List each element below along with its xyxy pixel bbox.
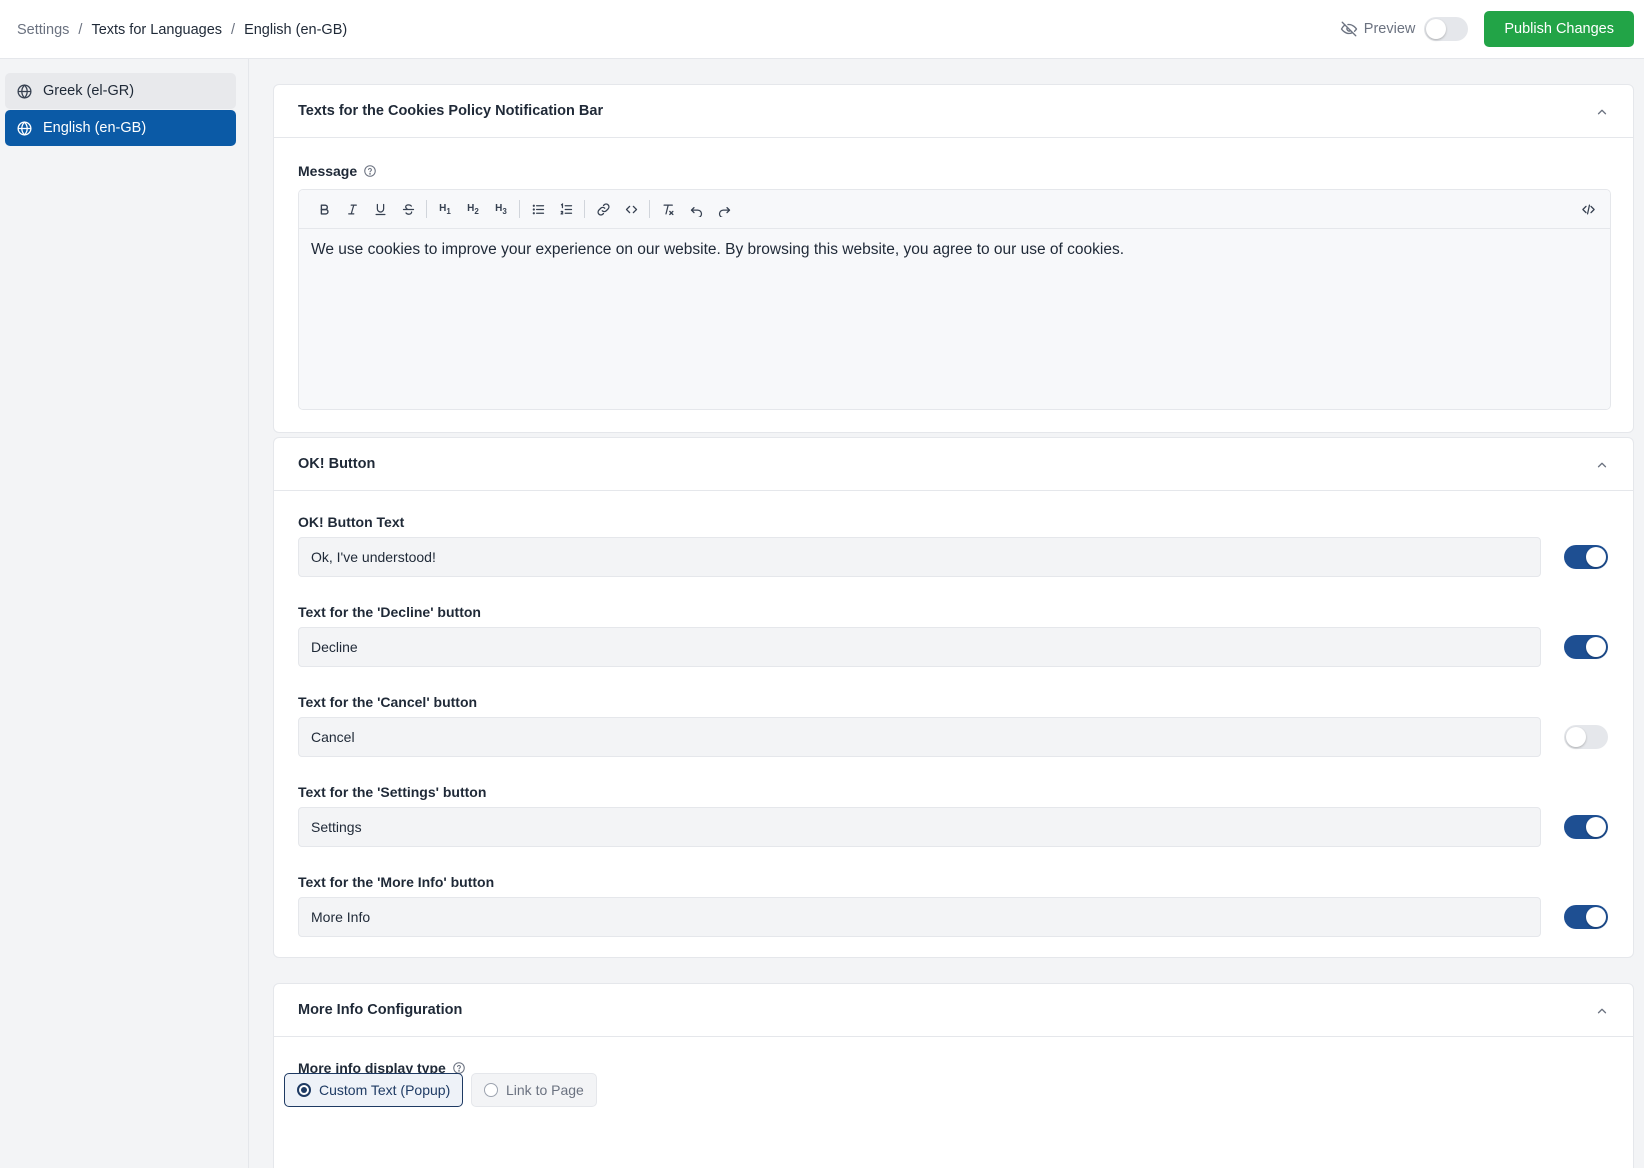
chevron-up-icon[interactable] bbox=[1595, 105, 1609, 119]
settings-button-text-label: Text for the 'Settings' button bbox=[298, 784, 487, 800]
link-button[interactable] bbox=[589, 195, 617, 223]
toggle-knob bbox=[1586, 817, 1606, 837]
sidebar-item-label: English (en-GB) bbox=[43, 120, 147, 136]
toggle-knob bbox=[1586, 907, 1606, 927]
radio-label: Custom Text (Popup) bbox=[319, 1082, 451, 1098]
decline-button-text-input[interactable] bbox=[298, 627, 1541, 667]
breadcrumb-texts-for-languages[interactable]: Texts for Languages bbox=[91, 22, 222, 38]
toggle-knob bbox=[1566, 727, 1586, 747]
strikethrough-button[interactable] bbox=[394, 195, 422, 223]
heading-3-icon: H3 bbox=[495, 202, 507, 216]
underline-button[interactable] bbox=[366, 195, 394, 223]
strikethrough-icon bbox=[402, 203, 414, 215]
heading-2-button[interactable]: H2 bbox=[459, 195, 487, 223]
bold-button[interactable] bbox=[310, 195, 338, 223]
eye-off-icon bbox=[1340, 21, 1357, 37]
sidebar-item-label: Greek (el-GR) bbox=[43, 83, 135, 99]
cancel-button-text-input[interactable] bbox=[298, 717, 1541, 757]
more-info-button-text-label: Text for the 'More Info' button bbox=[298, 874, 495, 890]
help-circle-icon[interactable] bbox=[363, 164, 377, 178]
main-content: Texts for the Cookies Policy Notificatio… bbox=[249, 59, 1644, 1168]
underline-icon bbox=[375, 203, 385, 215]
more-info-button-text-input[interactable] bbox=[298, 897, 1541, 937]
source-code-icon bbox=[1581, 204, 1595, 214]
bold-icon bbox=[320, 203, 329, 215]
card-header[interactable]: More Info Configuration bbox=[274, 984, 1633, 1037]
code-button[interactable] bbox=[617, 195, 645, 223]
message-label: Message bbox=[298, 163, 377, 179]
italic-icon bbox=[347, 204, 357, 214]
ok-button-text-label: OK! Button Text bbox=[298, 514, 405, 530]
toggle-knob bbox=[1586, 547, 1606, 567]
top-header: Settings / Texts for Languages / English… bbox=[0, 0, 1644, 59]
breadcrumb-separator: / bbox=[78, 21, 83, 38]
radio-unselected-icon bbox=[484, 1083, 498, 1097]
ordered-list-icon bbox=[560, 202, 572, 214]
settings-button-text-input[interactable] bbox=[298, 807, 1541, 847]
breadcrumb-current: English (en-GB) bbox=[244, 21, 348, 38]
globe-icon bbox=[17, 120, 32, 136]
decline-button-text-label: Text for the 'Decline' button bbox=[298, 604, 481, 620]
breadcrumb-separator: / bbox=[231, 21, 236, 38]
italic-button[interactable] bbox=[338, 195, 366, 223]
toolbar-divider bbox=[426, 200, 427, 218]
link-icon bbox=[596, 202, 610, 216]
source-code-button[interactable] bbox=[1574, 195, 1602, 223]
message-editor: H1 H2 H3 We use cookies to improve your … bbox=[298, 189, 1611, 410]
code-icon bbox=[625, 205, 637, 213]
breadcrumb-settings[interactable]: Settings bbox=[17, 22, 69, 38]
radio-custom-text-popup[interactable]: Custom Text (Popup) bbox=[284, 1073, 464, 1107]
chevron-up-icon[interactable] bbox=[1595, 1004, 1609, 1018]
toolbar-divider bbox=[519, 200, 520, 218]
bullet-list-button[interactable] bbox=[524, 195, 552, 223]
radio-label: Link to Page bbox=[506, 1082, 584, 1098]
card-title: Texts for the Cookies Policy Notificatio… bbox=[298, 103, 604, 119]
toolbar-divider bbox=[649, 200, 650, 218]
cancel-button-text-label: Text for the 'Cancel' button bbox=[298, 694, 478, 710]
card-title: OK! Button bbox=[298, 456, 376, 472]
card-header[interactable]: Texts for the Cookies Policy Notificatio… bbox=[274, 85, 1633, 138]
card-header[interactable]: OK! Button bbox=[274, 438, 1633, 491]
bullet-list-icon bbox=[532, 204, 544, 214]
message-label-text: Message bbox=[298, 163, 358, 179]
radio-link-to-page[interactable]: Link to Page bbox=[471, 1073, 597, 1107]
ordered-list-button[interactable] bbox=[552, 195, 580, 223]
publish-changes-button[interactable]: Publish Changes bbox=[1484, 11, 1634, 47]
more-info-button-toggle[interactable] bbox=[1564, 905, 1608, 929]
heading-1-button[interactable]: H1 bbox=[431, 195, 459, 223]
toolbar-divider bbox=[584, 200, 585, 218]
sidebar-item-greek[interactable]: Greek (el-GR) bbox=[5, 73, 236, 109]
message-editor-content[interactable]: We use cookies to improve your experienc… bbox=[299, 229, 1610, 409]
chevron-up-icon[interactable] bbox=[1595, 458, 1609, 472]
heading-1-icon: H1 bbox=[439, 202, 451, 216]
ok-button-text-input[interactable] bbox=[298, 537, 1541, 577]
toggle-knob bbox=[1426, 19, 1447, 39]
preview-toggle[interactable] bbox=[1424, 17, 1469, 41]
editor-toolbar: H1 H2 H3 bbox=[299, 190, 1610, 229]
redo-icon bbox=[718, 206, 730, 217]
clear-format-icon bbox=[663, 204, 673, 215]
sidebar-item-english[interactable]: English (en-GB) bbox=[5, 110, 236, 146]
cancel-button-toggle[interactable] bbox=[1564, 725, 1608, 749]
undo-button[interactable] bbox=[682, 195, 710, 223]
ok-button-toggle[interactable] bbox=[1564, 545, 1608, 569]
undo-icon bbox=[690, 206, 702, 217]
redo-button[interactable] bbox=[710, 195, 738, 223]
breadcrumb: Settings / Texts for Languages / English… bbox=[17, 0, 347, 59]
ok-button-card: OK! Button OK! Button Text Text for the … bbox=[273, 437, 1634, 958]
toggle-knob bbox=[1586, 637, 1606, 657]
settings-button-toggle[interactable] bbox=[1564, 815, 1608, 839]
globe-icon bbox=[17, 83, 32, 99]
cookies-bar-card: Texts for the Cookies Policy Notificatio… bbox=[273, 84, 1634, 433]
card-title: More Info Configuration bbox=[298, 1002, 463, 1018]
decline-button-toggle[interactable] bbox=[1564, 635, 1608, 659]
clear-format-button[interactable] bbox=[654, 195, 682, 223]
language-sidebar: Greek (el-GR) English (en-GB) bbox=[0, 59, 249, 1168]
radio-selected-icon bbox=[297, 1083, 311, 1097]
preview-label: Preview bbox=[1363, 21, 1416, 37]
header-actions: Preview Publish Changes bbox=[1340, 11, 1634, 47]
heading-2-icon: H2 bbox=[467, 202, 479, 216]
heading-3-button[interactable]: H3 bbox=[487, 195, 515, 223]
